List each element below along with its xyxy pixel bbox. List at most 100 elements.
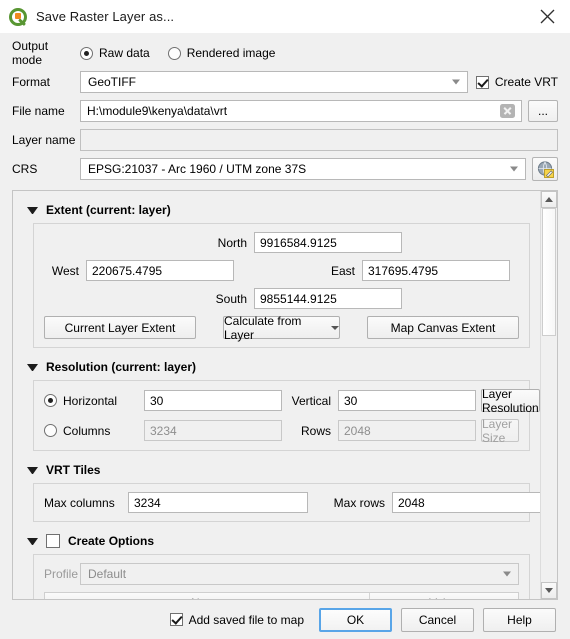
layer-resolution-label: Layer Resolution bbox=[482, 386, 539, 415]
crs-select-button[interactable] bbox=[532, 157, 558, 181]
crs-select[interactable]: EPSG:21037 - Arc 1960 / UTM zone 37S bbox=[80, 158, 526, 180]
north-value: 9916584.9125 bbox=[260, 235, 337, 250]
north-label: North bbox=[217, 235, 247, 250]
profile-row: Profile Default bbox=[44, 563, 519, 585]
crs-row: CRS EPSG:21037 - Arc 1960 / UTM zone 37S bbox=[12, 157, 558, 181]
columns-input[interactable]: 3234 bbox=[144, 420, 282, 441]
vrt-tiles-row: Max columns 3234 Max rows 2048 bbox=[44, 492, 540, 513]
browse-file-button[interactable]: ... bbox=[528, 100, 558, 122]
current-layer-extent-label: Current Layer Extent bbox=[64, 320, 176, 335]
section-extent-title: Extent (current: layer) bbox=[46, 203, 171, 217]
profile-value: Default bbox=[88, 567, 127, 581]
radio-rendered-image-indicator bbox=[167, 46, 181, 60]
radio-horizontal[interactable]: Horizontal bbox=[44, 394, 144, 408]
scroll-down-button[interactable] bbox=[541, 582, 557, 599]
scrollbar-thumb[interactable] bbox=[542, 208, 556, 336]
add-saved-file-check-indicator bbox=[169, 613, 183, 626]
crs-label: CRS bbox=[12, 162, 38, 176]
cancel-button-label: Cancel bbox=[418, 612, 457, 627]
horizontal-resolution-input[interactable]: 30 bbox=[144, 390, 282, 411]
radio-raw-data-indicator bbox=[80, 46, 93, 60]
collapse-triangle-icon bbox=[27, 466, 38, 474]
collapse-triangle-icon bbox=[27, 206, 38, 214]
options-scroll-area: Extent (current: layer) North 9916584.91… bbox=[12, 190, 558, 600]
vertical-resolution-value: 30 bbox=[344, 393, 358, 408]
qgis-logo-icon bbox=[9, 7, 27, 26]
format-select[interactable]: GeoTIFF bbox=[80, 71, 468, 93]
vertical-resolution-input[interactable]: 30 bbox=[338, 390, 476, 411]
create-vrt-check-indicator bbox=[475, 75, 489, 89]
max-columns-input[interactable]: 3234 bbox=[128, 492, 308, 513]
layer-name-label: Layer name bbox=[12, 133, 76, 147]
rows-value: 2048 bbox=[344, 423, 371, 438]
create-options-checkbox[interactable] bbox=[46, 534, 60, 548]
section-resolution-title: Resolution (current: layer) bbox=[46, 360, 197, 374]
dialog-footer: Add saved file to map OK Cancel Help bbox=[0, 600, 570, 639]
format-label: Format bbox=[12, 75, 51, 89]
extent-south-row: South 9855144.9125 bbox=[44, 288, 519, 309]
file-name-input[interactable]: H:\module9\kenya\data\vrt bbox=[80, 100, 522, 122]
section-create-options-header[interactable]: Create Options bbox=[27, 531, 532, 551]
section-vrt-tiles-header[interactable]: VRT Tiles bbox=[27, 460, 532, 480]
max-rows-input[interactable]: 2048 bbox=[392, 492, 540, 513]
radio-columns-label: Columns bbox=[63, 423, 111, 438]
help-button[interactable]: Help bbox=[483, 607, 556, 632]
create-vrt-label: Create VRT bbox=[494, 75, 558, 89]
column-header-value[interactable]: Value bbox=[370, 593, 518, 599]
north-input[interactable]: 9916584.9125 bbox=[254, 232, 402, 253]
layer-name-input[interactable] bbox=[80, 129, 558, 151]
east-value: 317695.4795 bbox=[368, 263, 439, 278]
resolution-columns-row: Columns 3234 Rows 2048 Layer Size bbox=[44, 417, 519, 445]
cancel-button[interactable]: Cancel bbox=[401, 607, 474, 632]
file-name-value: H:\module9\kenya\data\vrt bbox=[87, 104, 228, 118]
clear-icon[interactable] bbox=[500, 104, 515, 118]
layer-size-button[interactable]: Layer Size bbox=[481, 417, 519, 445]
max-columns-label: Max columns bbox=[44, 495, 115, 510]
radio-columns-indicator bbox=[44, 424, 57, 437]
extent-north-row: North 9916584.9125 bbox=[44, 232, 519, 253]
scrollbar-track[interactable] bbox=[541, 208, 557, 582]
ok-button[interactable]: OK bbox=[319, 607, 392, 632]
radio-columns[interactable]: Columns bbox=[44, 424, 144, 438]
layer-resolution-button[interactable]: Layer Resolution bbox=[481, 386, 540, 415]
radio-raw-data[interactable]: Raw data bbox=[80, 46, 150, 60]
output-mode-radio-group: Raw data Rendered image bbox=[80, 46, 293, 60]
radio-horizontal-indicator bbox=[44, 394, 57, 407]
section-vrt-tiles-title: VRT Tiles bbox=[46, 463, 101, 477]
section-extent-header[interactable]: Extent (current: layer) bbox=[27, 200, 532, 220]
output-mode-row: Output mode Raw data Rendered image bbox=[12, 39, 558, 67]
current-layer-extent-button[interactable]: Current Layer Extent bbox=[44, 316, 196, 339]
chevron-down-icon bbox=[331, 325, 339, 330]
scroll-up-button[interactable] bbox=[541, 191, 557, 208]
vertical-scrollbar[interactable] bbox=[540, 191, 557, 599]
max-rows-label: Max rows bbox=[333, 495, 385, 510]
column-header-name[interactable]: Name bbox=[45, 593, 370, 599]
radio-horizontal-label: Horizontal bbox=[63, 393, 118, 408]
east-input[interactable]: 317695.4795 bbox=[362, 260, 510, 281]
extent-west-east-row: West 220675.4795 East 317695.4795 bbox=[44, 260, 519, 281]
add-saved-file-checkbox[interactable]: Add saved file to map bbox=[169, 613, 304, 627]
calculate-from-layer-button[interactable]: Calculate from Layer bbox=[223, 314, 340, 342]
profile-select[interactable]: Default bbox=[80, 563, 519, 585]
horizontal-resolution-value: 30 bbox=[150, 393, 164, 408]
south-label: South bbox=[215, 291, 247, 306]
west-input[interactable]: 220675.4795 bbox=[86, 260, 234, 281]
close-icon[interactable] bbox=[524, 0, 570, 33]
west-value: 220675.4795 bbox=[92, 263, 163, 278]
extent-group: North 9916584.9125 West 220675.4795 East… bbox=[33, 223, 530, 348]
section-resolution-header[interactable]: Resolution (current: layer) bbox=[27, 357, 532, 377]
window-title: Save Raster Layer as... bbox=[36, 9, 175, 24]
chevron-down-icon bbox=[503, 571, 511, 577]
south-input[interactable]: 9855144.9125 bbox=[254, 288, 402, 309]
extent-buttons-row: Current Layer Extent Calculate from Laye… bbox=[44, 314, 519, 342]
create-vrt-checkbox[interactable]: Create VRT bbox=[475, 75, 558, 89]
create-options-table-header: Name Value bbox=[45, 593, 518, 599]
chevron-up-icon bbox=[545, 197, 553, 202]
map-canvas-extent-button[interactable]: Map Canvas Extent bbox=[367, 316, 519, 339]
radio-rendered-image[interactable]: Rendered image bbox=[167, 46, 275, 60]
format-value: GeoTIFF bbox=[88, 75, 137, 89]
rows-input[interactable]: 2048 bbox=[338, 420, 476, 441]
south-value: 9855144.9125 bbox=[260, 291, 337, 306]
max-columns-value: 3234 bbox=[134, 495, 161, 510]
chevron-down-icon bbox=[451, 79, 460, 85]
